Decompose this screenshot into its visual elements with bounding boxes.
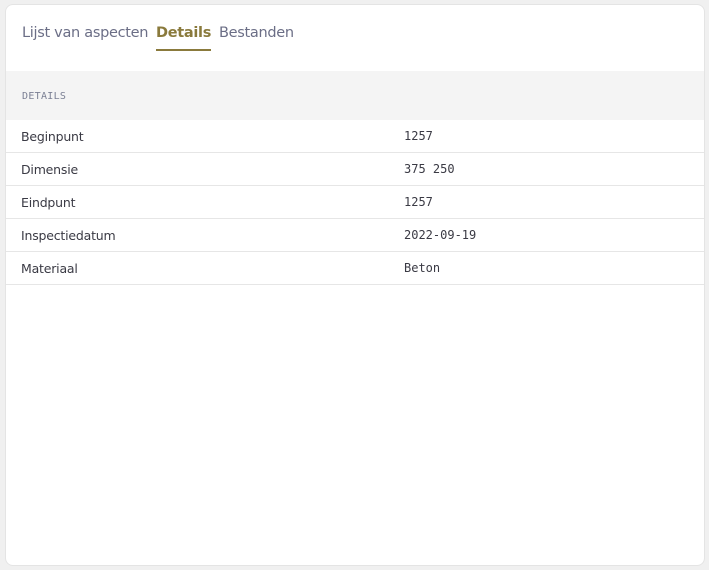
detail-value: 2022-09-19: [404, 228, 477, 242]
section-header: DETAILS: [6, 71, 704, 120]
detail-label: Dimensie: [21, 162, 78, 177]
detail-row-dimensie: Dimensie 375 250: [6, 153, 704, 186]
detail-value: Beton: [404, 261, 441, 275]
detail-label: Eindpunt: [21, 195, 76, 210]
tab-bestanden[interactable]: Bestanden: [219, 25, 294, 51]
tab-bar: Lijst van aspecten Details Bestanden: [6, 5, 704, 71]
detail-value: 1257: [404, 195, 433, 209]
detail-value: 375 250: [404, 162, 455, 176]
tab-lijst-van-aspecten[interactable]: Lijst van aspecten: [22, 25, 148, 51]
tab-details[interactable]: Details: [156, 25, 211, 51]
detail-label: Beginpunt: [21, 129, 84, 144]
detail-row-eindpunt: Eindpunt 1257: [6, 186, 704, 219]
detail-label: Inspectiedatum: [21, 228, 116, 243]
section-title: DETAILS: [22, 91, 67, 102]
detail-row-beginpunt: Beginpunt 1257: [6, 120, 704, 153]
detail-row-materiaal: Materiaal Beton: [6, 252, 704, 285]
detail-label: Materiaal: [21, 261, 78, 276]
details-panel: Lijst van aspecten Details Bestanden DET…: [5, 4, 705, 566]
details-list: Beginpunt 1257 Dimensie 375 250 Eindpunt…: [6, 120, 704, 285]
detail-row-inspectiedatum: Inspectiedatum 2022-09-19: [6, 219, 704, 252]
detail-value: 1257: [404, 129, 433, 143]
